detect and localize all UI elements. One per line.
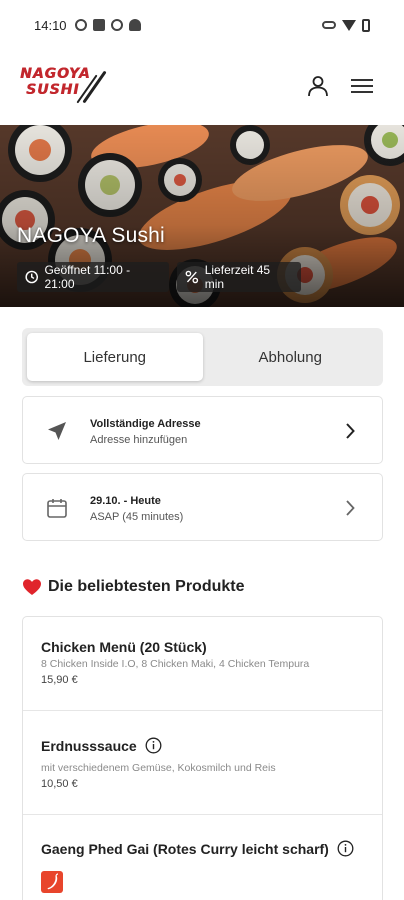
location-arrow-icon: [48, 422, 66, 440]
delivery-time-text: Lieferzeit 45 min: [204, 263, 271, 291]
product-price: 15,90 €: [41, 674, 78, 686]
percent-icon: [185, 270, 199, 284]
app-header: NAGOYA SUSHI: [0, 50, 404, 125]
schedule-time: ASAP (45 minutes): [90, 511, 184, 523]
hamburger-menu-icon[interactable]: [350, 76, 374, 96]
product-name: Chicken Menü (20 Stück): [41, 639, 207, 655]
restaurant-hero-banner: NAGOYA Sushi Geöffnet 11:00 - 21:00 Lief…: [0, 125, 404, 307]
product-name-row: Gaeng Phed Gai (Rotes Curry leicht schar…: [41, 840, 354, 857]
square-icon: [92, 19, 105, 31]
product-name: Gaeng Phed Gai (Rotes Curry leicht schar…: [41, 840, 329, 857]
address-subtitle: Adresse hinzufügen: [90, 434, 188, 446]
nagoya-sushi-logo[interactable]: NAGOYA SUSHI: [20, 66, 107, 108]
address-selector[interactable]: Vollständige Adresse Adresse hinzufügen: [22, 396, 383, 464]
order-mode-toggle: Lieferung Abholung: [22, 328, 383, 386]
product-name-row: Erdnusssauce: [41, 737, 162, 754]
address-title: Vollständige Adresse: [90, 418, 201, 430]
popular-products-title: Die beliebtesten Produkte: [48, 578, 245, 595]
android-icon: [128, 19, 141, 31]
schedule-date: 29.10. - Heute: [90, 495, 161, 507]
opening-hours-text: Geöffnet 11:00 - 21:00: [44, 263, 131, 291]
user-account-icon[interactable]: [306, 74, 330, 98]
battery-icon: [362, 18, 370, 32]
chevron-right-icon: [346, 500, 355, 516]
info-icon[interactable]: [337, 840, 354, 857]
product-description: mit verschiedenem Gemüse, Kokosmilch und…: [41, 762, 276, 774]
product-name: Erdnusssauce: [41, 737, 137, 754]
heart-icon: [23, 579, 41, 595]
status-time: 14:10: [34, 17, 67, 33]
product-item[interactable]: Chicken Menü (20 Stück) 8 Chicken Inside…: [23, 617, 382, 711]
chili-icon: [47, 873, 59, 890]
restaurant-name: NAGOYA Sushi: [17, 224, 165, 247]
delivery-time-badge: Lieferzeit 45 min: [177, 262, 301, 292]
link-icon: [322, 21, 336, 29]
wifi-icon: [342, 19, 356, 31]
logo-line-1: NAGOYA: [20, 66, 91, 82]
info-icon[interactable]: [145, 737, 162, 754]
popular-products-heading: Die beliebtesten Produkte: [22, 578, 245, 596]
spicy-chili-badge: [41, 871, 63, 893]
status-notification-icons: [74, 19, 141, 31]
opening-hours-badge: Geöffnet 11:00 - 21:00: [17, 262, 169, 292]
chevron-right-icon: [346, 423, 355, 439]
tab-pickup[interactable]: Abholung: [203, 333, 379, 381]
tab-delivery[interactable]: Lieferung: [27, 333, 203, 381]
notification-icon: [74, 19, 87, 31]
product-price: 10,50 €: [41, 778, 78, 790]
delivery-time-selector[interactable]: 29.10. - Heute ASAP (45 minutes): [22, 473, 383, 541]
calendar-icon: [47, 499, 67, 518]
product-item[interactable]: Erdnusssauce mit verschiedenem Gemüse, K…: [23, 711, 382, 815]
status-system-icons: [322, 18, 370, 32]
product-description: 8 Chicken Inside I.O, 8 Chicken Maki, 4 …: [41, 658, 310, 670]
product-item[interactable]: Gaeng Phed Gai (Rotes Curry leicht schar…: [23, 815, 382, 900]
media-icon: [110, 19, 123, 31]
popular-products-list: Chicken Menü (20 Stück) 8 Chicken Inside…: [22, 616, 383, 900]
status-bar: 14:10: [0, 0, 404, 50]
clock-icon: [25, 270, 39, 284]
